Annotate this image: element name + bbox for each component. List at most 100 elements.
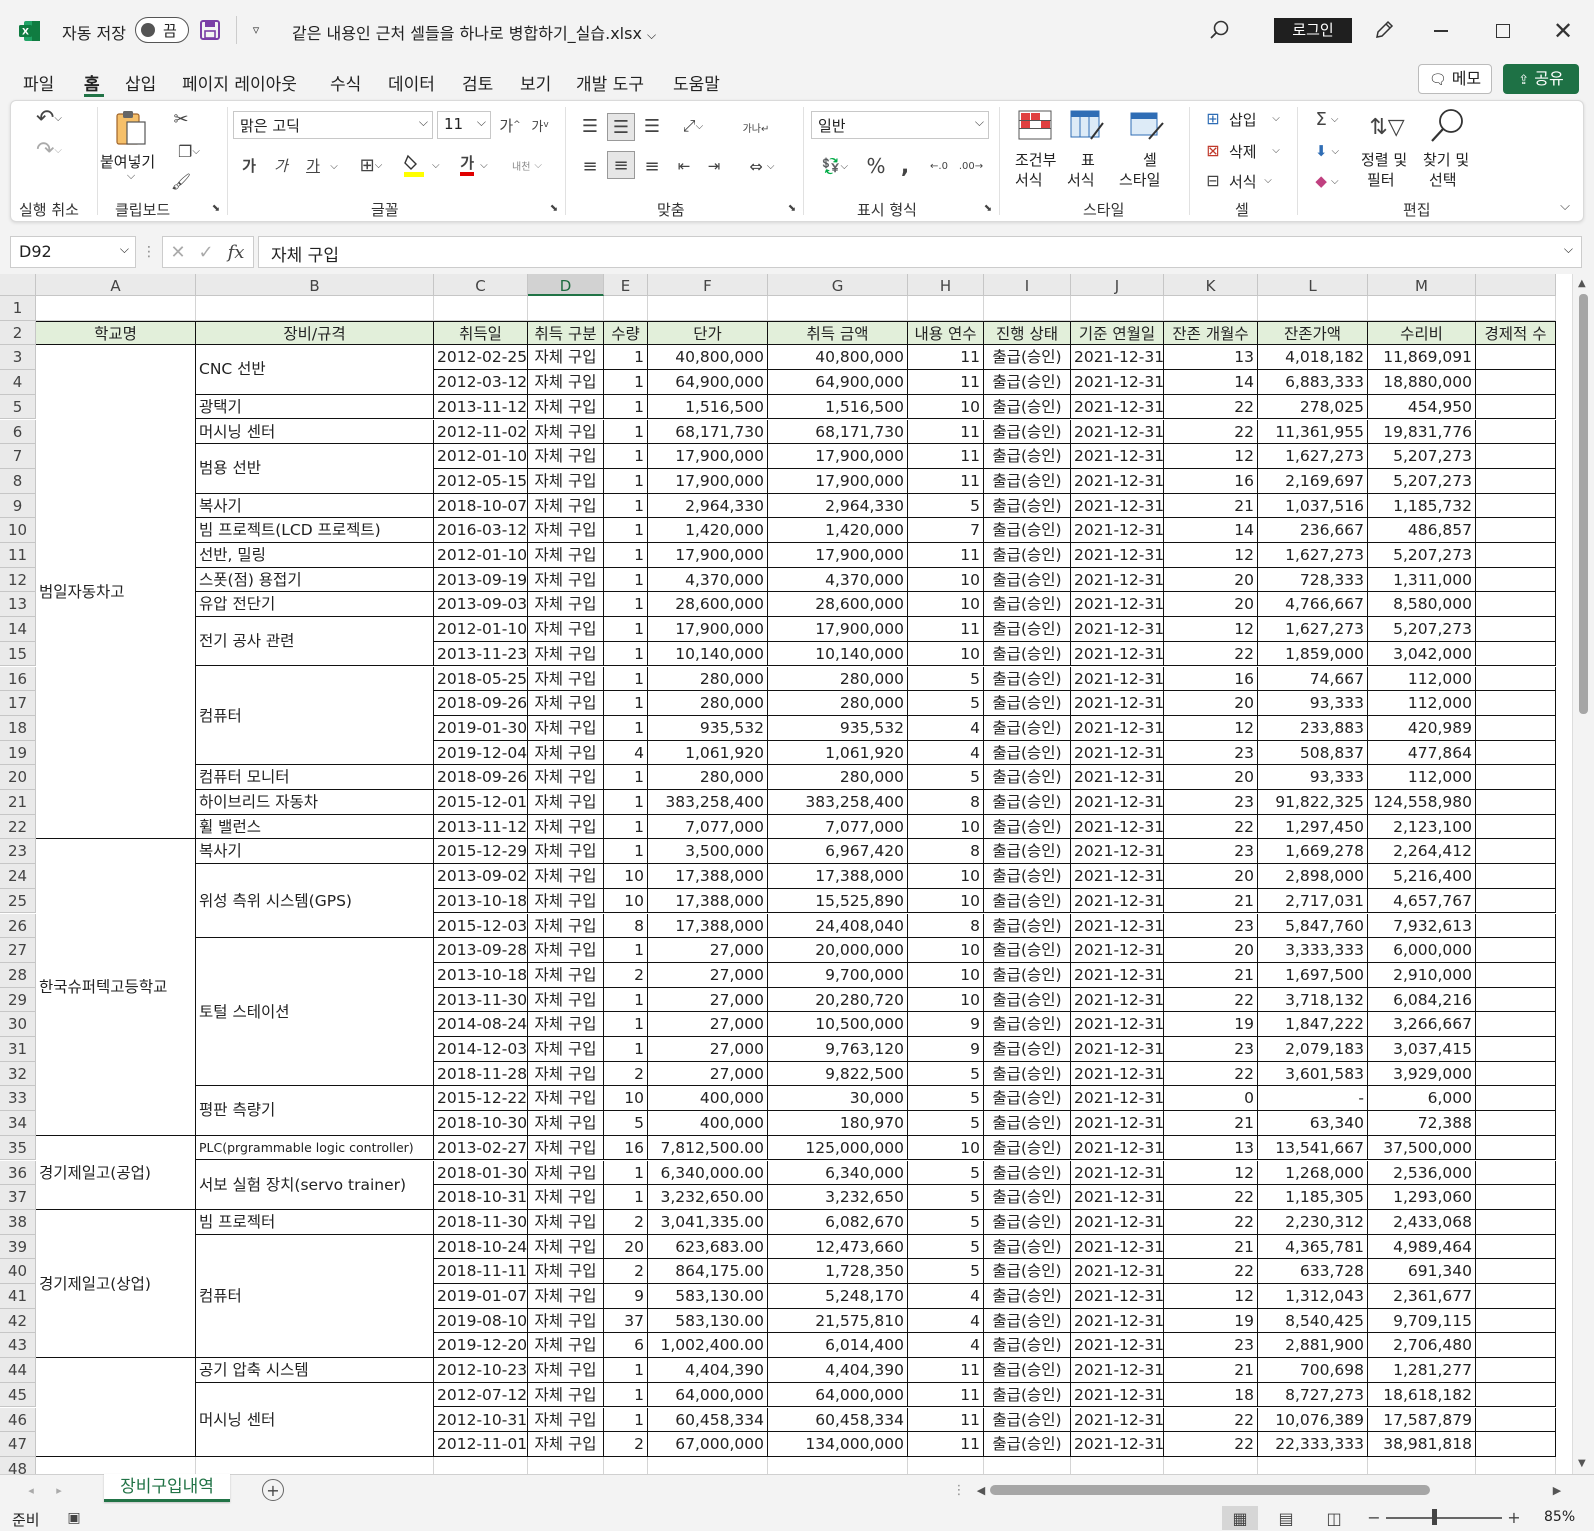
cell[interactable] (1476, 666, 1556, 692)
status-cell[interactable]: 출급(승인) (984, 1061, 1071, 1087)
cell[interactable] (1476, 1209, 1556, 1235)
base-date-cell[interactable]: 2021-12-31 (1071, 394, 1164, 420)
table-header-cell[interactable]: 경제적 수 (1476, 320, 1556, 346)
autosave-toggle[interactable]: 끔 (135, 17, 189, 43)
unit-price-cell[interactable]: 6,340,000.00 (648, 1160, 768, 1186)
unit-price-cell[interactable]: 7,077,000 (648, 814, 768, 840)
amount-cell[interactable]: 1,516,500 (768, 394, 908, 420)
residual-value-cell[interactable]: 508,837 (1258, 740, 1368, 766)
conditional-format-icon[interactable] (1015, 107, 1055, 143)
repair-cost-cell[interactable]: 3,037,415 (1368, 1037, 1476, 1062)
acquire-type-cell[interactable]: 자체 구입 (528, 1037, 604, 1062)
unit-price-cell[interactable]: 3,041,335.00 (648, 1209, 768, 1235)
quantity-cell[interactable]: 1 (604, 1012, 648, 1037)
table-header-cell[interactable]: 취득 금액 (768, 320, 908, 346)
base-date-cell[interactable]: 2021-12-31 (1071, 666, 1164, 692)
amount-cell[interactable]: 125,000,000 (768, 1135, 908, 1161)
equipment-cell[interactable]: CNC 선반 (196, 345, 434, 395)
table-header-cell[interactable]: 수량 (604, 320, 648, 346)
row-header[interactable]: 28 (0, 962, 36, 988)
acquire-type-cell[interactable]: 자체 구입 (528, 839, 604, 865)
minimize-icon[interactable] (1426, 17, 1456, 45)
acquired-date-cell[interactable]: 2019-01-30 (434, 715, 528, 741)
residual-value-cell[interactable]: 1,669,278 (1258, 839, 1368, 865)
table-header-cell[interactable]: 장비/규격 (196, 320, 434, 346)
remaining-months-cell[interactable]: 23 (1164, 1333, 1258, 1359)
status-cell[interactable]: 출급(승인) (984, 1111, 1071, 1136)
repair-cost-cell[interactable]: 37,500,000 (1368, 1135, 1476, 1161)
unit-price-cell[interactable]: 280,000 (648, 765, 768, 790)
base-date-cell[interactable]: 2021-12-31 (1071, 345, 1164, 371)
acquire-type-cell[interactable]: 자체 구입 (528, 1086, 604, 1112)
repair-cost-cell[interactable]: 2,361,677 (1368, 1284, 1476, 1309)
row-header[interactable]: 35 (0, 1135, 36, 1161)
acquired-date-cell[interactable]: 2014-12-03 (434, 1037, 528, 1062)
share-button[interactable]: ⇪ 공유 (1503, 64, 1579, 94)
cell[interactable] (1258, 296, 1368, 321)
residual-value-cell[interactable]: 4,018,182 (1258, 345, 1368, 371)
remaining-months-cell[interactable]: 16 (1164, 468, 1258, 494)
cell[interactable] (1476, 1284, 1556, 1309)
useful-life-cell[interactable]: 10 (908, 938, 984, 963)
cell[interactable] (1476, 394, 1556, 420)
quantity-cell[interactable]: 6 (604, 1333, 648, 1359)
useful-life-cell[interactable]: 5 (908, 765, 984, 790)
menu-formulas[interactable]: 수식 (330, 70, 361, 95)
remaining-months-cell[interactable]: 22 (1164, 1259, 1258, 1284)
acquire-type-cell[interactable]: 자체 구입 (528, 1209, 604, 1235)
quantity-cell[interactable]: 1 (604, 567, 648, 593)
cell[interactable] (1476, 444, 1556, 469)
dialog-launcher-icon[interactable]: ⬊ (785, 201, 799, 215)
remaining-months-cell[interactable]: 23 (1164, 839, 1258, 865)
acquire-type-cell[interactable]: 자체 구입 (528, 740, 604, 766)
residual-value-cell[interactable]: 1,312,043 (1258, 1284, 1368, 1309)
acquire-type-cell[interactable]: 자체 구입 (528, 1160, 604, 1186)
quick-access-chevron-icon[interactable]: ▿ (246, 20, 266, 40)
status-cell[interactable]: 출급(승인) (984, 1135, 1071, 1161)
equipment-cell[interactable]: 서보 실험 장치(servo trainer) (196, 1160, 434, 1210)
remaining-months-cell[interactable]: 20 (1164, 938, 1258, 963)
acquired-date-cell[interactable]: 2012-01-10 (434, 617, 528, 642)
cell[interactable] (648, 296, 768, 321)
residual-value-cell[interactable]: 633,728 (1258, 1259, 1368, 1284)
remaining-months-cell[interactable]: 22 (1164, 1061, 1258, 1087)
row-header[interactable]: 34 (0, 1111, 36, 1136)
cell[interactable] (1476, 296, 1556, 321)
base-date-cell[interactable]: 2021-12-31 (1071, 839, 1164, 865)
cell[interactable] (1476, 468, 1556, 494)
remaining-months-cell[interactable]: 20 (1164, 864, 1258, 889)
cell[interactable] (1476, 345, 1556, 371)
useful-life-cell[interactable]: 7 (908, 518, 984, 543)
repair-cost-cell[interactable]: 124,558,980 (1368, 790, 1476, 815)
sort-filter-icon[interactable]: ⇅▽ (1367, 109, 1407, 145)
phonetic-icon[interactable]: 내천 ⌵ (507, 151, 547, 179)
quantity-cell[interactable]: 2 (604, 962, 648, 988)
residual-value-cell[interactable]: 1,847,222 (1258, 1012, 1368, 1037)
acquired-date-cell[interactable]: 2018-09-26 (434, 691, 528, 716)
quantity-cell[interactable]: 1 (604, 938, 648, 963)
amount-cell[interactable]: 64,900,000 (768, 370, 908, 395)
status-cell[interactable]: 출급(승인) (984, 1160, 1071, 1186)
equipment-cell[interactable]: 휠 밸런스 (196, 814, 434, 840)
repair-cost-cell[interactable]: 5,207,273 (1368, 543, 1476, 568)
useful-life-cell[interactable]: 8 (908, 913, 984, 939)
remaining-months-cell[interactable]: 12 (1164, 1284, 1258, 1309)
remaining-months-cell[interactable]: 12 (1164, 715, 1258, 741)
column-header[interactable]: I (984, 274, 1071, 296)
unit-price-cell[interactable]: 17,388,000 (648, 888, 768, 914)
page-break-view-icon[interactable]: ◫ (1320, 1506, 1348, 1530)
base-date-cell[interactable]: 2021-12-31 (1071, 1086, 1164, 1112)
acquire-type-cell[interactable]: 자체 구입 (528, 345, 604, 371)
cell[interactable] (1476, 1061, 1556, 1087)
row-header[interactable]: 9 (0, 493, 36, 519)
useful-life-cell[interactable]: 11 (908, 1407, 984, 1433)
equipment-cell[interactable]: 위성 측위 시스템(GPS) (196, 864, 434, 939)
residual-value-cell[interactable]: 1,627,273 (1258, 543, 1368, 568)
table-header-cell[interactable]: 잔존가액 (1258, 320, 1368, 346)
cell[interactable] (1368, 296, 1476, 321)
column-header[interactable]: C (434, 274, 528, 296)
base-date-cell[interactable]: 2021-12-31 (1071, 1061, 1164, 1087)
quantity-cell[interactable]: 2 (604, 1061, 648, 1087)
useful-life-cell[interactable]: 10 (908, 987, 984, 1013)
quantity-cell[interactable]: 1 (604, 394, 648, 420)
